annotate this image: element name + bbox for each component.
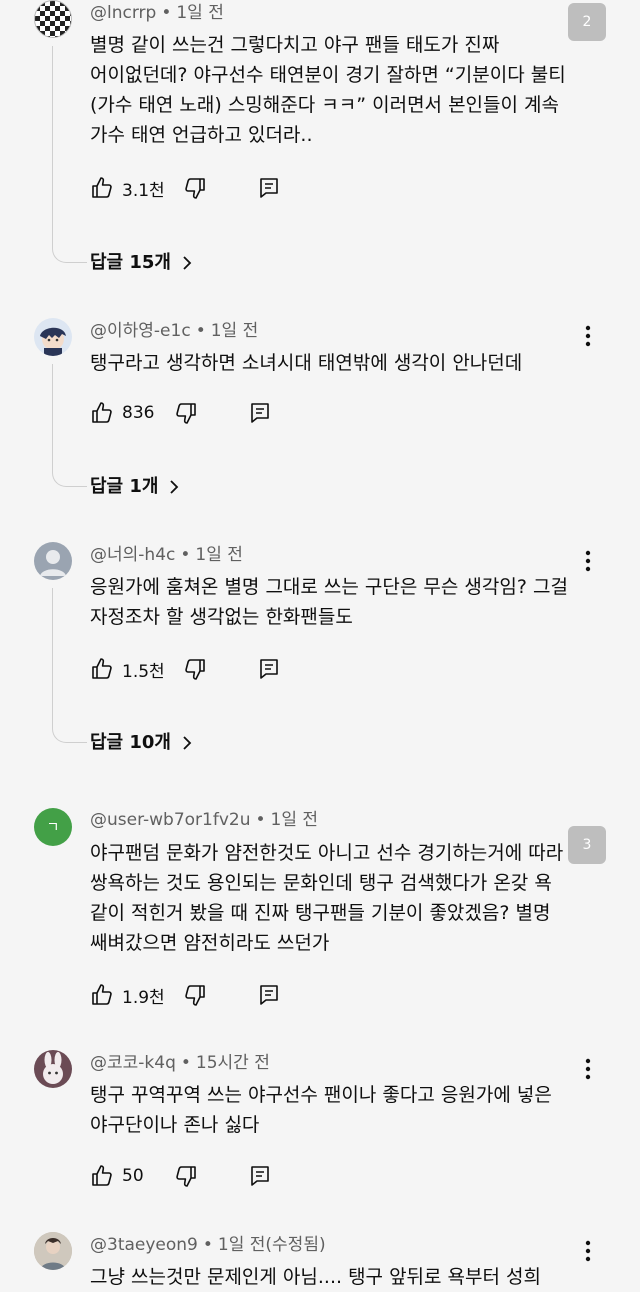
thumbs-up-icon[interactable] [90,983,114,1007]
reply-comment-icon[interactable] [257,657,281,681]
comment-meta: @이하영-e1c • 1일 전 [90,321,259,341]
more-options-button[interactable] [576,321,600,351]
comment-actions: 1.5천 [90,654,281,684]
reply-comment-icon[interactable] [248,401,272,425]
thumbs-up-icon[interactable] [90,1164,114,1188]
reply-comment-icon[interactable] [248,1164,272,1188]
avatar[interactable] [34,1050,72,1088]
timestamp[interactable]: 1일 전 [211,321,259,341]
comment-meta: @코코-k4q • 15시간 전 [90,1053,270,1073]
photo-avatar-icon [34,1232,72,1270]
comment-text: 별명 같이 쓰는건 그렇다치고 야구 팬들 태도가 진짜 어이없던데? 야구선수… [90,34,566,146]
avatar[interactable] [34,1232,72,1270]
thread-line [52,46,87,263]
comment-text: 탱구라고 생각하면 소녀시대 태연밖에 생각이 안나던데 [90,352,523,374]
like-count: 1.9천 [122,987,165,1008]
replies-label: 답글 1개 [90,476,159,497]
timestamp[interactable]: 15시간 전 [196,1053,270,1073]
thumbs-up-icon[interactable] [90,176,114,200]
thumbs-down-icon[interactable] [183,983,207,1007]
page-badge: 2 [568,3,606,41]
comment-meta: @3taeyeon9 • 1일 전(수정됨) [90,1235,326,1255]
avatar[interactable] [34,0,72,38]
page-badge: 3 [568,826,606,864]
author-name[interactable]: @너의-h4c [90,545,175,565]
bunny-avatar-icon [43,1052,63,1084]
comment-actions: 50 [90,1161,272,1191]
avatar[interactable] [34,318,72,356]
more-vertical-icon [585,325,591,347]
timestamp[interactable]: 1일 전 [195,545,243,565]
view-replies-button[interactable]: 답글 15개 [90,248,195,278]
comment-text: 응원가에 훔쳐온 별명 그대로 쓰는 구단은 무슨 생각임? 그걸 자정조차 할… [90,576,568,628]
avatar[interactable] [34,542,72,580]
thumbs-up-icon[interactable] [90,657,114,681]
view-replies-button[interactable]: 답글 10개 [90,728,195,758]
timestamp[interactable]: 1일 전(수정됨) [218,1235,326,1255]
thumbs-down-icon[interactable] [174,1164,198,1188]
like-count: 1.5천 [122,661,165,682]
avatar-letter: ㄱ [46,820,60,836]
chevron-right-icon [183,256,192,270]
more-vertical-icon [585,550,591,572]
like-count: 50 [122,1166,144,1186]
author-name[interactable]: @lncrrp [90,3,156,23]
comment-text: 야구팬덤 문화가 얌전한것도 아니고 선수 경기하는거에 따라 쌍욕하는 것도 … [90,842,564,954]
more-vertical-icon [585,1058,591,1080]
thumbs-down-icon[interactable] [174,401,198,425]
thumbs-down-icon[interactable] [183,176,207,200]
like-count: 3.1천 [122,180,165,201]
more-vertical-icon [585,1240,591,1262]
comment-actions: 1.9천 [90,980,281,1010]
replies-label: 답글 15개 [90,252,171,273]
avatar[interactable]: ㄱ [34,808,72,846]
chevron-right-icon [170,480,179,494]
author-name[interactable]: @user-wb7or1fv2u [90,810,250,830]
comment-text: 그냥 쓰는것만 문제인게 아님.... 탱구 앞뒤로 욕부터 성희 [90,1266,541,1288]
reply-comment-icon[interactable] [257,176,281,200]
comment-actions: 836 [90,398,272,428]
thread-line [52,588,87,743]
comment-meta: @너의-h4c • 1일 전 [90,545,243,565]
comment-meta: @lncrrp • 1일 전 [90,3,224,23]
timestamp[interactable]: 1일 전 [271,810,319,830]
chevron-right-icon [183,736,192,750]
default-user-icon [40,550,66,576]
thread-line [52,364,87,487]
comment-actions: 3.1천 [90,173,281,203]
author-name[interactable]: @이하영-e1c [90,321,191,341]
replies-label: 답글 10개 [90,732,171,753]
comment-meta: @user-wb7or1fv2u • 1일 전 [90,810,319,830]
like-count: 836 [122,403,155,423]
author-name[interactable]: @3taeyeon9 [90,1235,198,1255]
thumbs-down-icon[interactable] [183,657,207,681]
author-name[interactable]: @코코-k4q [90,1053,176,1073]
anime-avatar-icon [40,327,66,356]
reply-comment-icon[interactable] [257,983,281,1007]
thumbs-up-icon[interactable] [90,401,114,425]
comment-text: 탱구 꾸역꾸역 쓰는 야구선수 팬이나 좋다고 응원가에 넣은 야구단이나 존나… [90,1084,552,1136]
timestamp[interactable]: 1일 전 [176,3,224,23]
view-replies-button[interactable]: 답글 1개 [90,472,182,502]
